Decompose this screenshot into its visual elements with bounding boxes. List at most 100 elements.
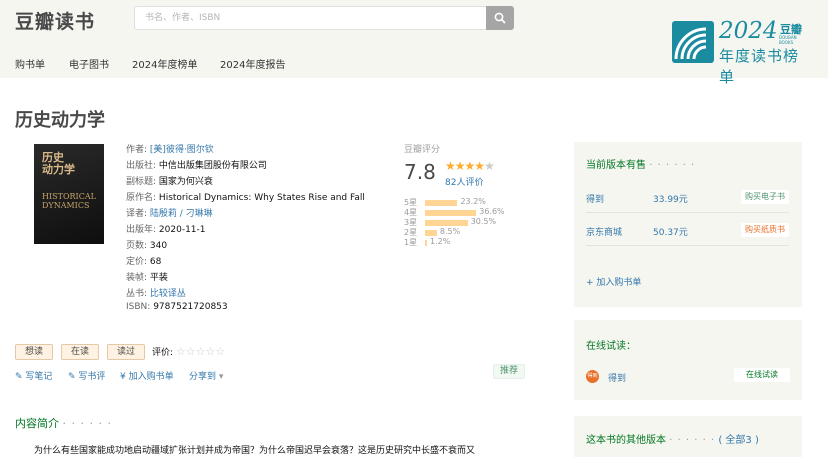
buy-paper-book-button[interactable]: 购买纸质书 — [741, 223, 789, 237]
cover-english-title: HISTORICAL DYNAMICS — [42, 192, 96, 210]
search-input[interactable]: 书名、作者、ISBN — [134, 6, 486, 30]
dist-percent: 23.2% — [460, 197, 486, 206]
nav-item-annual-list[interactable]: 2024年度榜单 — [132, 56, 197, 71]
search-icon — [494, 12, 506, 24]
rating-stars: ★★★★★ — [445, 159, 495, 173]
rating-dist-row: 1星 1.2% — [404, 237, 524, 247]
editions-panel: 当前版本有售 · · · · · · 得到 33.99元 购买电子书 京东商城 … — [574, 142, 802, 307]
dist-bar — [425, 200, 458, 206]
dist-bar — [425, 230, 437, 236]
site-header: 豆瓣读书 书名、作者、ISBN 购书单 电子图书 2024年度榜单 2024年度… — [0, 0, 828, 86]
badge-title: 年度读书榜单 — [719, 47, 800, 86]
info-value[interactable]: [美]彼得·图尔钦 — [150, 145, 214, 155]
rating-dist-row: 3星 30.5% — [404, 217, 524, 227]
dist-percent: 36.6% — [479, 207, 505, 216]
info-row: 副标题: 国家为何兴衰 — [126, 174, 365, 190]
edition-store[interactable]: 京东商城 — [586, 225, 622, 238]
rating-dist-row: 5星 23.2% — [404, 197, 524, 207]
info-value: Historical Dynamics: Why States Rise and… — [158, 193, 365, 203]
info-value[interactable]: 比较译丛 — [150, 289, 186, 299]
book-cover[interactable]: 历史 动力学 HISTORICAL DYNAMICS — [34, 144, 104, 244]
page-title: 历史动力学 — [15, 110, 105, 131]
badge-year: 2024 — [719, 18, 778, 44]
info-row: 原作名: Historical Dynamics: Why States Ris… — [126, 190, 365, 206]
dist-percent: 30.5% — [470, 217, 497, 226]
rate-label: 评价: — [152, 348, 174, 358]
douban-books-logo[interactable]: 豆瓣读书 — [15, 7, 95, 34]
nav-item-ebooks[interactable]: 电子图书 — [69, 56, 109, 71]
info-value[interactable]: 陆殷莉 / 刁琳琳 — [150, 209, 213, 219]
info-row: 出版社: 中信出版集团股份有限公司 — [126, 158, 365, 174]
info-label: 装帧: — [126, 273, 148, 283]
info-label: 副标题: — [126, 177, 157, 187]
info-row: 译者: 陆殷莉 / 刁琳琳 — [126, 206, 365, 222]
rate-stars-input[interactable]: ☆☆☆☆☆ — [176, 345, 225, 358]
info-value: 国家为何兴衰 — [158, 177, 213, 187]
buy-ebook-button[interactable]: 购买电子书 — [741, 190, 789, 204]
info-row: ISBN: 9787521720853 — [126, 302, 365, 318]
dist-bar — [425, 220, 468, 226]
cover-title: 历史 动力学 — [42, 151, 75, 176]
info-value: 平装 — [149, 273, 168, 283]
intro-heading: 内容简介 · · · · · · — [15, 417, 112, 430]
intro-text: 为什么有些国家能成功地启动疆域扩张计划并成为帝国？为什么帝国迟早会衰落？这是历史… — [34, 446, 476, 456]
info-row: 作者: [美]彼得·图尔钦 — [126, 142, 365, 158]
badge-sub: DOUBAN BOOKS — [779, 35, 797, 45]
info-label: 出版年: — [126, 225, 157, 235]
edition-price[interactable]: 33.99元 — [653, 192, 688, 205]
star-icon: ★ — [445, 159, 456, 173]
dist-star-label: 1星 — [404, 238, 418, 247]
star-icon: ★ — [464, 159, 476, 173]
trial-heading: 在线试读： — [586, 341, 636, 352]
nav-item-book-list[interactable]: 购书单 — [15, 56, 45, 71]
info-row: 出版年: 2020-11-1 — [126, 222, 365, 238]
rating-votes[interactable]: 82人评价 — [445, 175, 483, 188]
other-editions-heading: 这本书的其他版本 · · · · · · ( 全部3 ) — [586, 435, 759, 446]
add-to-booklist-link[interactable]: ¥ 加入购书单 — [120, 369, 174, 382]
info-value: 2020-11-1 — [158, 225, 206, 235]
info-label: 译者: — [126, 209, 148, 219]
add-to-cart-link[interactable]: + 加入购书单 — [586, 275, 641, 288]
dist-bar — [425, 210, 477, 216]
other-editions-panel: 这本书的其他版本 · · · · · · ( 全部3 ) — [574, 416, 802, 457]
info-label: 页数: — [126, 241, 148, 251]
edition-price[interactable]: 50.37元 — [653, 225, 688, 238]
info-row: 装帧: 平装 — [126, 270, 365, 286]
star-icon: ★ — [474, 159, 485, 173]
nav-item-annual-report[interactable]: 2024年度报告 — [220, 56, 285, 71]
have-read-button[interactable]: 读过 — [107, 344, 145, 360]
reading-button[interactable]: 在读 — [61, 344, 99, 360]
info-label: 出版社: — [126, 161, 157, 171]
recommend-button[interactable]: 推荐 — [493, 364, 525, 379]
rate-widget: 评价: ☆☆☆☆☆ — [152, 345, 225, 358]
info-value: 9787521720853 — [153, 302, 228, 312]
info-row: 定价: 68 — [126, 254, 365, 270]
info-label: 原作名: — [126, 193, 157, 203]
rating-distribution: 5星 23.2% 4星 36.6% 3星 30.5% 2星 8.5% 1星 1.2% — [404, 197, 524, 247]
edition-store[interactable]: 得到 — [586, 192, 604, 205]
edition-row: 京东商城 50.37元 购买纸质书 — [586, 214, 789, 246]
search-button[interactable] — [486, 6, 514, 30]
annual-list-badge[interactable]: 2024 豆瓣 DOUBAN BOOKS 年度读书榜单 — [672, 18, 812, 86]
info-label: 丛书: — [126, 289, 148, 299]
info-value: 340 — [149, 241, 168, 251]
trial-store[interactable]: 得到 — [608, 371, 626, 384]
write-note-link[interactable]: ✎ 写笔记 — [15, 369, 52, 382]
rating-dist-row: 2星 8.5% — [404, 227, 524, 237]
all-editions-link[interactable]: ( 全部3 ) — [718, 435, 759, 446]
rating-dist-row: 4星 36.6% — [404, 207, 524, 217]
annual-list-emblem-icon — [672, 21, 714, 63]
read-online-button[interactable]: 在线试读 — [734, 368, 790, 382]
trial-panel: 在线试读： 得到 得到 在线试读 — [574, 320, 802, 400]
share-link[interactable]: 分享到 ▾ — [189, 369, 223, 382]
write-review-link[interactable]: ✎ 写书评 — [68, 369, 105, 382]
dedao-icon: 得到 — [586, 370, 599, 383]
rating-label: 豆瓣评分 — [404, 145, 441, 155]
star-icon: ★ — [454, 159, 466, 173]
star-icon: ★ — [484, 159, 495, 173]
info-label: 定价: — [126, 257, 148, 267]
edition-row: 得到 33.99元 购买电子书 — [586, 181, 789, 213]
info-row: 页数: 340 — [126, 238, 365, 254]
want-to-read-button[interactable]: 想读 — [15, 344, 53, 360]
info-row: 丛书: 比较译丛 — [126, 286, 365, 302]
